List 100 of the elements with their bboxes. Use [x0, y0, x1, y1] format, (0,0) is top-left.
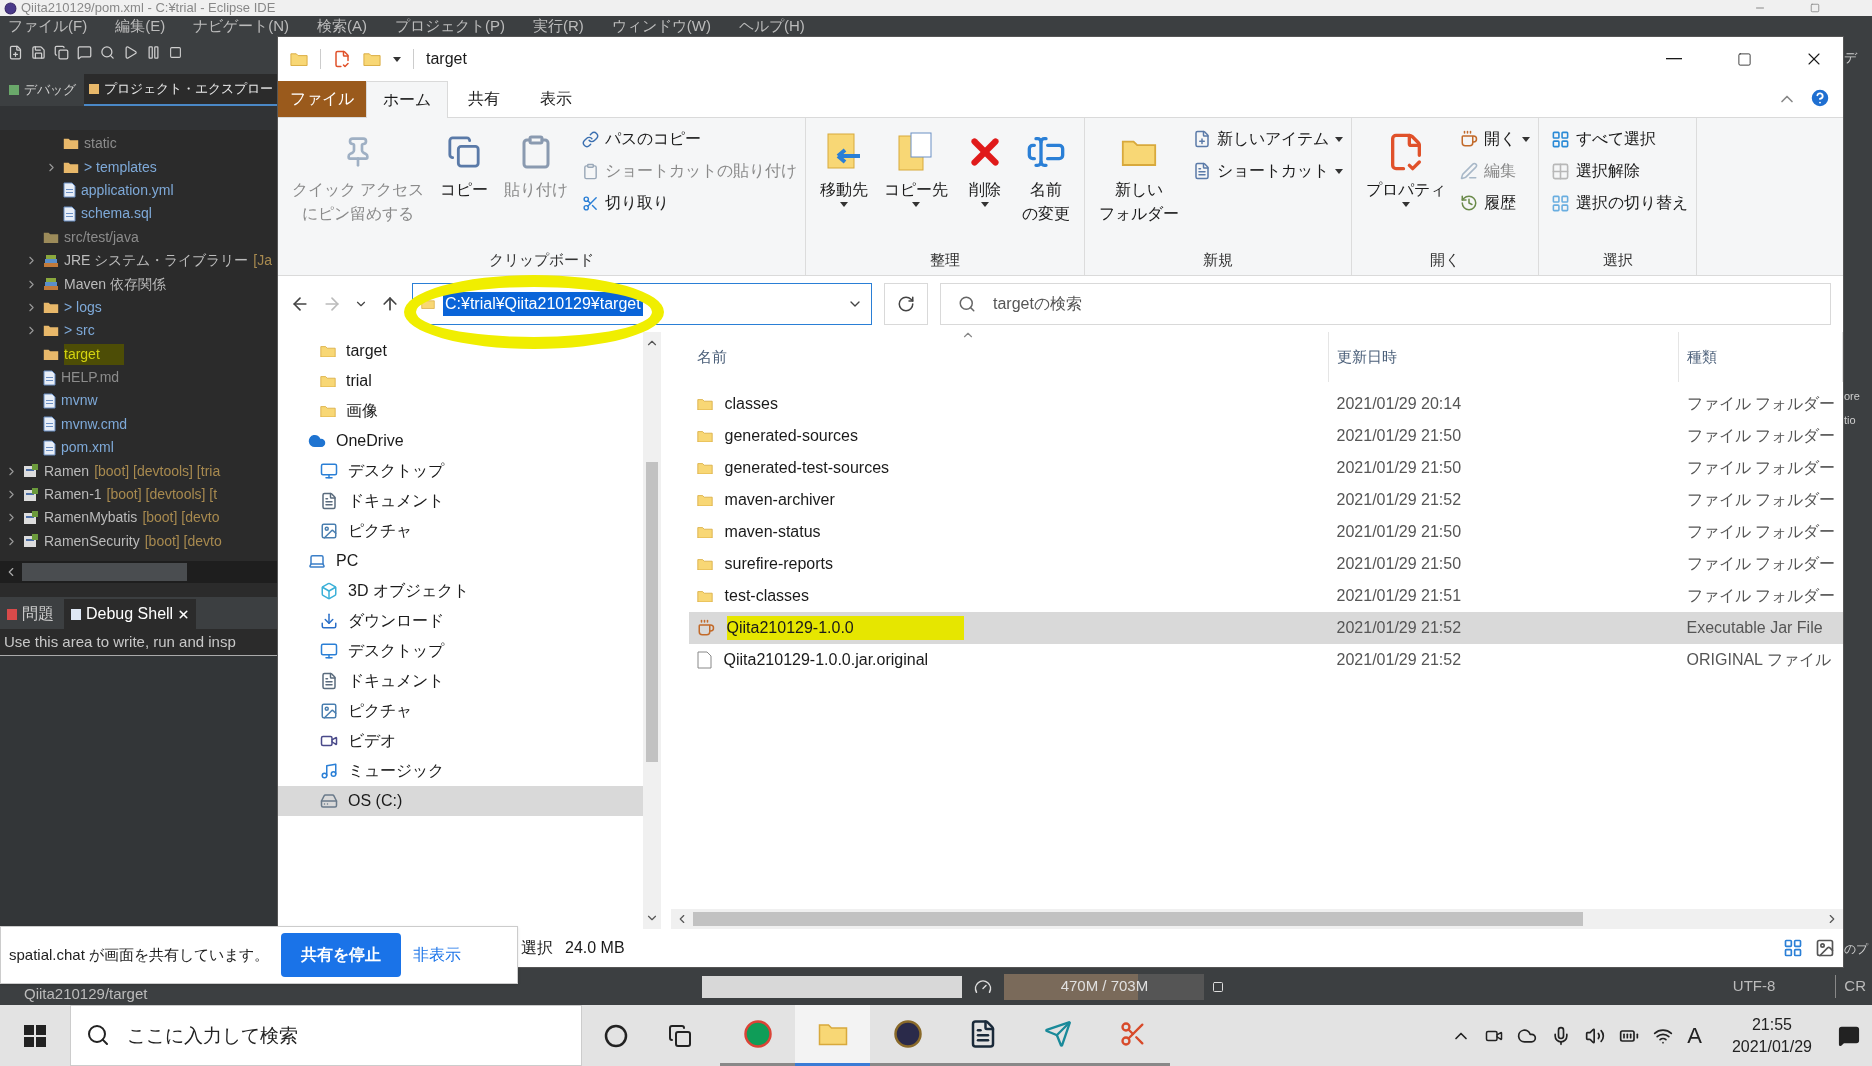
- tree-item[interactable]: pom.xml: [61, 437, 114, 459]
- pause-icon[interactable]: [146, 44, 161, 60]
- menu-item[interactable]: プロジェクト(P): [395, 14, 505, 38]
- tree-item[interactable]: RamenMybatis: [44, 507, 138, 529]
- tree-item[interactable]: > src: [64, 320, 95, 342]
- cortana-circle-icon[interactable]: [604, 1023, 628, 1048]
- menu-item[interactable]: ウィンドウ(W): [611, 14, 711, 38]
- ribbon-button[interactable]: 新しい フォルダー: [1093, 126, 1186, 249]
- gc-icon[interactable]: [974, 977, 993, 996]
- tree-item[interactable]: > templates: [84, 156, 157, 178]
- nav-item[interactable]: OS (C:): [278, 786, 643, 816]
- scrollbar-thumb[interactable]: [645, 462, 658, 762]
- volume-icon[interactable]: [1585, 1025, 1606, 1046]
- tree-item[interactable]: application.yml: [81, 179, 174, 201]
- taskbar-search-field[interactable]: ここに入力して検索: [70, 1005, 582, 1066]
- view-tab[interactable]: デバッグ: [4, 74, 80, 106]
- ribbon-button[interactable]: 履歴: [1460, 190, 1531, 216]
- panel-tab[interactable]: 問題: [0, 599, 60, 630]
- tree-item[interactable]: schema.sql: [81, 203, 152, 225]
- ribbon-button[interactable]: 移動先: [814, 126, 875, 249]
- tree-item[interactable]: > logs: [64, 296, 102, 318]
- file-row[interactable]: surefire-reports 2021/01/29 21:50 ファイル フォルダー: [688, 548, 1843, 580]
- tree-item[interactable]: static: [84, 133, 117, 155]
- ribbon-button[interactable]: 選択解除: [1551, 158, 1689, 184]
- ribbon-button[interactable]: プロパティ: [1360, 126, 1453, 249]
- gc-trash-icon[interactable]: [1212, 980, 1225, 993]
- details-view-icon[interactable]: [1783, 938, 1803, 958]
- file-row[interactable]: classes 2021/01/29 20:14 ファイル フォルダー: [688, 388, 1843, 420]
- tree-item[interactable]: Ramen-1: [44, 484, 102, 506]
- ribbon-tab[interactable]: ホーム: [366, 81, 448, 118]
- nav-item[interactable]: ビデオ: [278, 726, 643, 756]
- ribbon-button[interactable]: パスのコピー: [582, 126, 798, 152]
- column-header[interactable]: 名前: [688, 332, 1329, 382]
- tree-item[interactable]: RamenSecurity: [44, 530, 140, 552]
- menu-item[interactable]: ナビゲート(N): [193, 14, 289, 38]
- help-icon[interactable]: [1809, 87, 1831, 109]
- nav-item[interactable]: ミュージック: [278, 756, 643, 786]
- menu-item[interactable]: 編集(E): [115, 14, 166, 38]
- scrollbar-thumb[interactable]: [22, 563, 187, 582]
- tree-item[interactable]: src/test/java: [64, 226, 139, 248]
- tree-item[interactable]: mvnw.cmd: [61, 413, 128, 435]
- tree-item[interactable]: JRE システム・ライブラリー: [64, 250, 249, 272]
- ribbon-button[interactable]: 開く: [1460, 126, 1531, 152]
- view-tab[interactable]: プロジェクト・エクスプロー: [84, 74, 277, 106]
- ribbon-button[interactable]: 切り取り: [582, 190, 798, 216]
- notification-icon[interactable]: [1838, 1024, 1860, 1047]
- nav-item[interactable]: ドキュメント: [278, 666, 643, 696]
- search-icon[interactable]: [100, 44, 115, 60]
- nav-item[interactable]: ピクチャ: [278, 516, 643, 546]
- nav-item[interactable]: ピクチャ: [278, 696, 643, 726]
- nav-item[interactable]: デスクトップ: [278, 636, 643, 666]
- file-row[interactable]: test-classes 2021/01/29 21:51 ファイル フォルダー: [688, 580, 1843, 612]
- ribbon-button[interactable]: 選択の切り替え: [1551, 190, 1689, 216]
- folder-app-icon[interactable]: [795, 1005, 870, 1066]
- tree-item[interactable]: HELP.md: [61, 367, 120, 389]
- nav-item[interactable]: trial: [278, 366, 643, 396]
- menu-item[interactable]: 検索(A): [317, 14, 367, 38]
- menu-item[interactable]: 実行(R): [533, 14, 584, 38]
- file-row[interactable]: maven-status 2021/01/29 21:50 ファイル フォルダー: [688, 516, 1843, 548]
- ribbon-button[interactable]: ショートカット: [1193, 158, 1344, 184]
- address-field[interactable]: C:¥trial¥Qiita210129¥target: [412, 283, 872, 325]
- save-icon[interactable]: [31, 44, 46, 60]
- ime-indicator[interactable]: A: [1687, 1019, 1702, 1052]
- file-row[interactable]: Qiita210129-1.0.0.jar.original 2021/01/29 21:52 ORIGINAL ファイル: [688, 644, 1843, 676]
- hide-link[interactable]: 非表示: [413, 943, 462, 967]
- refresh-button[interactable]: [884, 283, 928, 325]
- nav-item[interactable]: ダウンロード: [278, 606, 643, 636]
- stop-icon[interactable]: [169, 45, 182, 59]
- nav-item[interactable]: 3D オブジェクト: [278, 576, 643, 606]
- file-row[interactable]: generated-test-sources 2021/01/29 21:50 ファイル フォルダー: [688, 452, 1843, 484]
- large-icons-view-icon[interactable]: [1815, 938, 1835, 958]
- nav-item[interactable]: OneDrive: [278, 426, 643, 456]
- windows-logo-icon[interactable]: [24, 1024, 46, 1047]
- nav-item[interactable]: 画像: [278, 396, 643, 426]
- search-field[interactable]: targetの検索: [940, 283, 1831, 325]
- tree-item[interactable]: Ramen: [44, 460, 90, 482]
- console-icon[interactable]: [77, 44, 92, 60]
- scrollbar-thumb[interactable]: [692, 912, 1583, 926]
- column-header[interactable]: 更新日時: [1328, 332, 1679, 382]
- save-all-icon[interactable]: [54, 44, 69, 60]
- ribbon-button[interactable]: コピー: [434, 126, 495, 249]
- ribbon-tab[interactable]: 表示: [520, 81, 592, 117]
- ribbon-button[interactable]: 新しいアイテム: [1193, 126, 1344, 152]
- task-view-icon[interactable]: [668, 1023, 692, 1048]
- menu-item[interactable]: ヘルプ(H): [738, 14, 805, 38]
- tree-item[interactable]: Maven 依存関係: [64, 273, 166, 295]
- file-row[interactable]: Qiita210129-1.0.0 2021/01/29 21:52 Executable Jar File: [688, 612, 1843, 644]
- nav-item[interactable]: target: [278, 336, 643, 366]
- panel-tab[interactable]: Debug Shell: [64, 599, 197, 630]
- ribbon-button[interactable]: すべて選択: [1551, 126, 1689, 152]
- tree-item[interactable]: target: [64, 343, 124, 365]
- nav-item[interactable]: デスクトップ: [278, 456, 643, 486]
- column-header[interactable]: 種類: [1678, 332, 1843, 382]
- nav-item[interactable]: PC: [278, 546, 643, 576]
- ribbon-button[interactable]: 名前 の変更: [1016, 126, 1077, 249]
- ribbon-button[interactable]: 削除: [958, 126, 1013, 249]
- nav-item[interactable]: ドキュメント: [278, 486, 643, 516]
- ribbon-tab[interactable]: 共有: [448, 81, 520, 117]
- file-row[interactable]: maven-archiver 2021/01/29 21:52 ファイル フォルダー: [688, 484, 1843, 516]
- resume-icon[interactable]: [123, 44, 138, 60]
